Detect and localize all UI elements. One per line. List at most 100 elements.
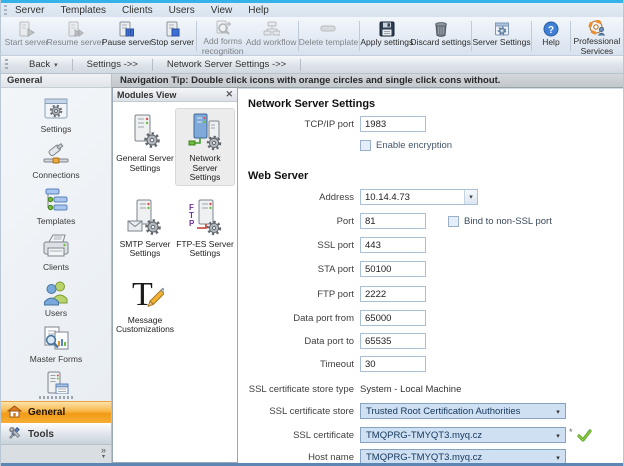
data-port-from-label: Data port from bbox=[242, 313, 354, 324]
menu-bar: Server Templates Clients Users View Help bbox=[1, 3, 623, 17]
menu-templates[interactable]: Templates bbox=[60, 5, 106, 16]
settings-icon bbox=[43, 95, 69, 122]
ssl-certificate-dropdown[interactable]: TMQPRG-TMYQT3.myq.cz bbox=[360, 427, 566, 443]
stop-server-button[interactable]: Stop server bbox=[151, 18, 194, 54]
home-icon bbox=[7, 405, 22, 421]
address-dropdown-arrow-icon[interactable] bbox=[464, 190, 477, 204]
back-dropdown-icon[interactable] bbox=[54, 59, 58, 70]
sidebar-group-general[interactable]: General bbox=[1, 401, 111, 423]
apply-settings-button[interactable]: Apply settings bbox=[361, 18, 412, 54]
sidebar-item-templates[interactable]: Templates bbox=[11, 187, 101, 226]
server-settings-button[interactable]: Server Settings bbox=[474, 18, 529, 54]
ssl-port-input[interactable]: 443 bbox=[360, 237, 426, 253]
sidebar-group-label: General bbox=[28, 407, 65, 418]
ssl-certificate-store-dropdown-arrow-icon[interactable] bbox=[551, 406, 565, 417]
sidebar-item-connections[interactable]: Connections bbox=[11, 141, 101, 180]
module-general-server-settings[interactable]: General Server Settings bbox=[116, 109, 174, 185]
bind-to-non-ssl-port-checkbox[interactable] bbox=[448, 216, 459, 227]
sidebar-item-log[interactable]: Log bbox=[11, 371, 101, 394]
sta-port-input[interactable]: 50100 bbox=[360, 261, 426, 277]
application-window: Server Templates Clients Users View Help… bbox=[0, 0, 624, 466]
breadcrumb-settings[interactable]: Settings ->> bbox=[73, 59, 152, 70]
sidebar: General Settings Connections bbox=[1, 74, 112, 463]
sidebar-item-users[interactable]: Users bbox=[11, 279, 101, 318]
add-forms-recognition-label: Add forms recognition bbox=[202, 37, 244, 56]
timeout-input[interactable]: 30 bbox=[360, 356, 426, 372]
sidebar-item-label: Clients bbox=[43, 262, 69, 272]
professional-services-icon bbox=[588, 20, 606, 36]
ssl-certificate-dropdown-arrow-icon[interactable] bbox=[551, 430, 565, 441]
discard-settings-button[interactable]: Discard settings bbox=[412, 18, 469, 54]
tcp-ip-port-input[interactable]: 1983 bbox=[360, 116, 426, 132]
sidebar-collapse-chevron-icon[interactable] bbox=[101, 447, 106, 461]
apply-settings-icon bbox=[379, 20, 395, 37]
add-forms-recognition-button[interactable]: Add forms recognition bbox=[199, 18, 247, 54]
add-workflow-button[interactable]: Add workflow bbox=[247, 18, 296, 54]
breadcrumb-network-server-settings[interactable]: Network Server Settings ->> bbox=[153, 59, 300, 70]
start-server-icon bbox=[18, 20, 35, 37]
sidebar-splitter[interactable] bbox=[1, 394, 111, 401]
menubar-grip[interactable] bbox=[4, 5, 7, 15]
sidebar-item-settings[interactable]: Settings bbox=[11, 95, 101, 134]
ftp-port-input[interactable]: 2222 bbox=[360, 286, 426, 302]
menu-help[interactable]: Help bbox=[248, 5, 269, 16]
data-port-from-input[interactable]: 65000 bbox=[360, 310, 426, 326]
toolbar-separator bbox=[570, 21, 571, 51]
templates-icon bbox=[41, 187, 71, 214]
module-label: FTP-ES Server Settings bbox=[176, 240, 234, 259]
timeout-label: Timeout bbox=[242, 359, 354, 370]
sidebar-item-master-forms[interactable]: Master Forms bbox=[11, 325, 101, 364]
stop-server-label: Stop server bbox=[151, 38, 194, 48]
ssl-certificate-store-dropdown[interactable]: Trusted Root Certification Authorities bbox=[360, 403, 566, 419]
breadcrumb-separator bbox=[300, 59, 301, 71]
close-icon[interactable] bbox=[225, 89, 233, 100]
sidebar-item-label: Templates bbox=[37, 216, 76, 226]
sidebar-group-label: Tools bbox=[28, 429, 54, 440]
resume-server-button[interactable]: Resume server bbox=[48, 18, 103, 54]
discard-settings-label: Discard settings bbox=[410, 38, 470, 48]
menu-server[interactable]: Server bbox=[15, 5, 44, 16]
breadcrumb-grip[interactable] bbox=[5, 59, 8, 71]
menu-users[interactable]: Users bbox=[169, 5, 195, 16]
help-icon: ? bbox=[543, 20, 559, 37]
users-icon bbox=[42, 279, 70, 306]
ssl-certificate-label: SSL certificate bbox=[242, 430, 354, 441]
back-button[interactable]: Back bbox=[15, 59, 72, 70]
help-label: Help bbox=[542, 38, 559, 48]
message-customizations-icon: T bbox=[126, 273, 164, 313]
host-name-dropdown-arrow-icon[interactable] bbox=[551, 452, 565, 463]
help-button[interactable]: ? Help bbox=[534, 18, 568, 54]
port-input[interactable]: 81 bbox=[360, 213, 426, 229]
navigation-tip-text: Navigation Tip: Double click icons with … bbox=[120, 75, 500, 86]
module-ftp-es-server-settings[interactable]: FTP FTP-ES Server Settings bbox=[176, 195, 234, 261]
back-label: Back bbox=[29, 59, 50, 70]
menu-clients[interactable]: Clients bbox=[122, 5, 153, 16]
ssl-certificate-store-label: SSL certificate store bbox=[242, 406, 354, 417]
pause-server-label: Pause server bbox=[102, 38, 152, 48]
general-server-settings-icon bbox=[126, 111, 164, 151]
start-server-button[interactable]: Start server bbox=[5, 18, 48, 54]
menu-view[interactable]: View bbox=[211, 5, 233, 16]
data-port-to-input[interactable]: 65535 bbox=[360, 333, 426, 349]
address-combobox[interactable]: 10.14.4.73 bbox=[360, 189, 478, 205]
professional-services-button[interactable]: Professional Services bbox=[573, 18, 621, 54]
sidebar-group-tools[interactable]: Tools bbox=[1, 423, 111, 445]
web-server-heading: Web Server bbox=[248, 170, 308, 182]
host-name-value: TMQPRG-TMYQT3.myq.cz bbox=[361, 452, 551, 463]
module-network-server-settings[interactable]: Network Server Settings bbox=[176, 109, 234, 185]
module-message-customizations[interactable]: T Message Customizations bbox=[116, 271, 174, 337]
navigation-tip-bar: Navigation Tip: Double click icons with … bbox=[112, 74, 623, 88]
svg-text:?: ? bbox=[548, 25, 554, 36]
module-smtp-server-settings[interactable]: SMTP Server Settings bbox=[116, 195, 174, 261]
add-forms-recognition-icon bbox=[214, 20, 232, 36]
sidebar-item-clients[interactable]: Clients bbox=[11, 233, 101, 272]
delete-template-button[interactable]: Delete template bbox=[300, 18, 356, 54]
data-port-to-label: Data port to bbox=[242, 336, 354, 347]
form-title: Network Server Settings bbox=[248, 98, 375, 110]
enable-encryption-checkbox[interactable] bbox=[360, 140, 371, 151]
pause-server-button[interactable]: Pause server bbox=[103, 18, 151, 54]
resume-server-icon bbox=[67, 20, 84, 37]
sidebar-bottom-strip bbox=[1, 445, 111, 463]
stop-server-icon bbox=[164, 20, 181, 37]
ftp-es-server-settings-icon: FTP bbox=[186, 197, 224, 237]
